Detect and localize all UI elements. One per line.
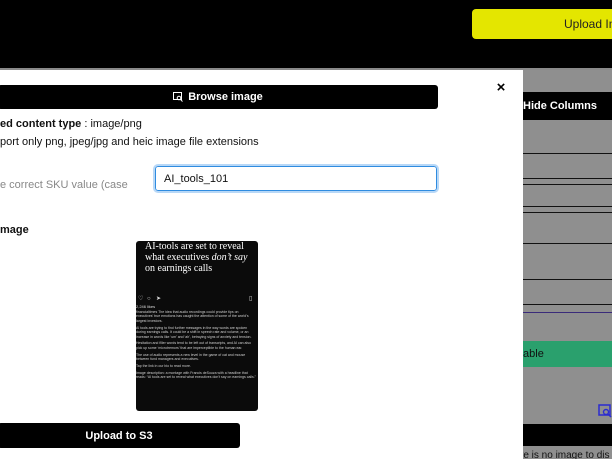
preview-action-icons: ♡ ○ ➤ ▯ — [136, 295, 258, 303]
content-type-info: ed content type : image/png — [0, 118, 142, 130]
content-type-value: : image/png — [81, 118, 142, 130]
image-preview: AI-tools are set to reveal what executiv… — [136, 241, 258, 411]
caption-paragraph: Hesitation and filler words tend to be l… — [136, 341, 251, 350]
table-line — [520, 178, 612, 179]
supported-extensions-text: port only png, jpeg/jpg and heic image f… — [0, 136, 259, 148]
table-line — [520, 153, 612, 154]
image-search-icon[interactable] — [598, 404, 612, 418]
browse-image-label: Browse image — [188, 91, 263, 103]
table-line — [520, 304, 612, 305]
sku-input[interactable] — [153, 164, 439, 193]
image-search-icon — [173, 92, 184, 102]
upload-to-s3-button[interactable]: Upload to S3 — [0, 423, 240, 448]
table-line — [520, 184, 612, 185]
right-panel — [520, 70, 612, 459]
no-image-message: re is no image to dis — [520, 450, 610, 459]
browse-image-button[interactable]: Browse image — [0, 85, 438, 109]
table-line — [520, 243, 612, 244]
share-icon: ➤ — [156, 296, 162, 302]
table-button[interactable]: table — [520, 341, 612, 367]
caption-paragraph: The use of audio represents a new level … — [136, 352, 246, 362]
preview-headline: AI-tools are set to reveal what executiv… — [145, 241, 248, 274]
table-line-highlight — [520, 312, 612, 313]
caption-paragraph: financialtimes The idea that audio recor… — [136, 310, 249, 323]
table-line — [520, 212, 612, 213]
bookmark-icon: ▯ — [249, 296, 253, 302]
caption-paragraph: Image description: a montage with Franci… — [136, 370, 256, 380]
upload-image-modal: Browse image × ed content type : image/p… — [0, 70, 523, 459]
comment-icon: ○ — [147, 296, 151, 302]
sku-field-label: e correct SKU value (case — [0, 179, 128, 191]
close-icon[interactable]: × — [493, 80, 509, 96]
preview-header-bar — [520, 424, 612, 446]
upload-images-button[interactable]: Upload Ima — [472, 9, 612, 39]
preview-likes: 2,246 likes — [136, 304, 156, 309]
caption-paragraph: Tap the link in our bio to read more. — [136, 364, 191, 369]
preview-caption: financialtimes The idea that audio recor… — [136, 310, 256, 382]
content-type-label: ed content type — [0, 118, 82, 130]
hide-columns-button[interactable]: Hide Columns — [520, 92, 612, 120]
caption-paragraph: AI tools are trying to find further mess… — [136, 325, 252, 339]
heart-icon: ♡ — [138, 296, 144, 302]
table-line — [520, 206, 612, 207]
table-line — [520, 279, 612, 280]
image-section-label: mage — [0, 224, 29, 236]
